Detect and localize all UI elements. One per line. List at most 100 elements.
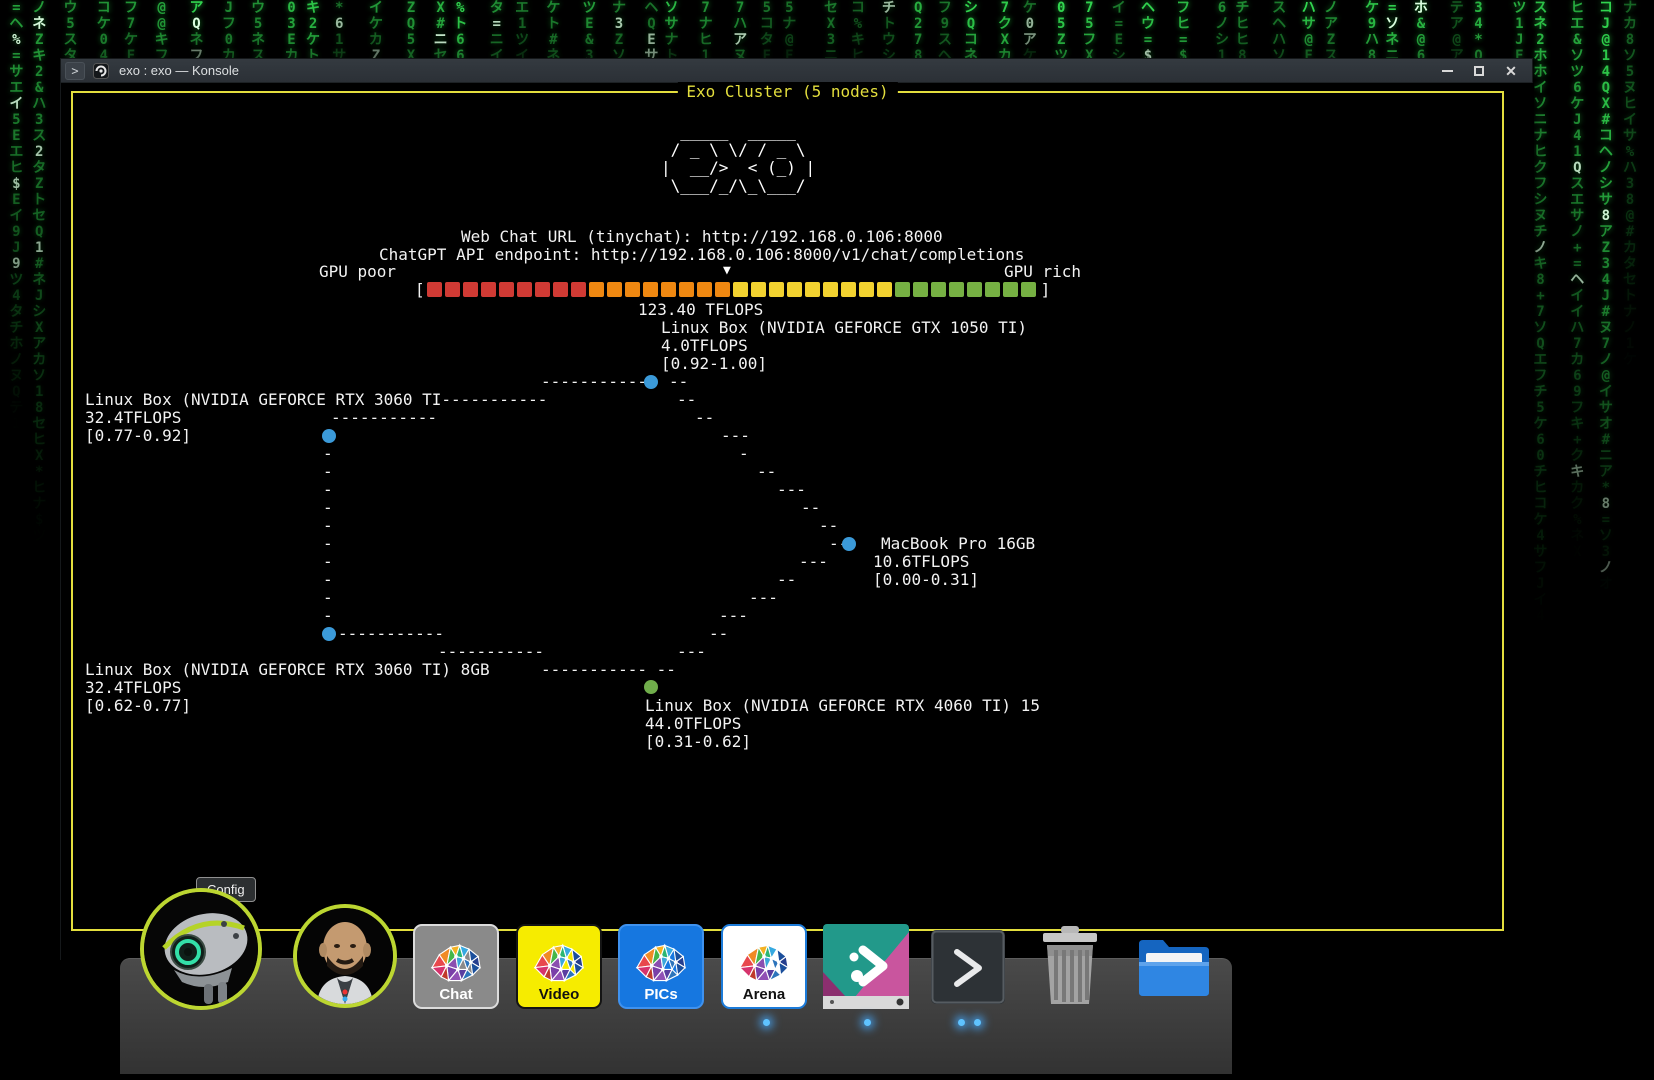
matrix-glyph: ノ — [8, 352, 24, 368]
meter-segments — [427, 282, 1039, 297]
dock-item-trash[interactable] — [1036, 926, 1104, 1010]
matrix-glyph: ア — [188, 0, 204, 16]
matrix-glyph: ホ — [1532, 48, 1548, 64]
dock-item-arena[interactable]: Arena — [721, 924, 807, 1009]
matrix-glyph: 8 — [1598, 496, 1614, 512]
matrix-glyph: 8 — [1569, 560, 1585, 576]
close-button[interactable]: ✕ — [1500, 61, 1522, 81]
gpu-poor-label: GPU poor — [319, 263, 396, 281]
matrix-glyph: @ — [154, 16, 170, 32]
matrix-glyph: 5 — [759, 0, 775, 16]
matrix-glyph: % — [452, 0, 468, 16]
matrix-glyph: ヘ — [1569, 272, 1585, 288]
pics-label: PICs — [644, 986, 677, 1003]
matrix-glyph: 0 — [284, 0, 300, 16]
matrix-glyph: チ — [1532, 224, 1548, 240]
window-titlebar[interactable]: > exo : exo — Konsole ✕ — [61, 59, 1532, 83]
matrix-glyph: ケ — [305, 32, 321, 48]
topology-dash: - — [323, 535, 333, 553]
matrix-glyph: ツ — [31, 528, 47, 544]
matrix-glyph: = — [1598, 512, 1614, 528]
meter-segment — [499, 282, 514, 297]
matrix-glyph: フ — [123, 0, 139, 16]
dock-item-kde-app[interactable] — [823, 924, 909, 1013]
matrix-glyph: = — [1384, 0, 1400, 16]
kde-app-icon — [823, 924, 909, 1009]
dock-item-pics[interactable]: PICs — [618, 924, 704, 1009]
node-range-rtx-4060-ti: [0.31-0.62] — [645, 733, 751, 751]
matrix-glyph: ノ — [1598, 352, 1614, 368]
dock-item-chat[interactable]: Chat — [413, 924, 499, 1009]
matrix-glyph: ト — [31, 192, 47, 208]
man-avatar[interactable] — [293, 904, 397, 1008]
matrix-glyph: ソ — [1598, 528, 1614, 544]
matrix-glyph: # — [1598, 432, 1614, 448]
node-name-rtx-3060-ti-8gb: Linux Box (NVIDIA GEFORCE RTX 3060 TI) 8… — [85, 661, 490, 679]
meter-segment — [805, 282, 820, 297]
matrix-glyph: カ — [1569, 480, 1585, 496]
konsole-window: > exo : exo — Konsole ✕ Exo Cluster (5 n… — [60, 58, 1533, 960]
matrix-glyph: ウ — [250, 0, 266, 16]
matrix-glyph: ヒ — [698, 32, 714, 48]
meter-segment — [643, 282, 658, 297]
terminal-screen[interactable]: Exo Cluster (5 nodes) _____ _____ / _ \ … — [61, 83, 1534, 960]
robot-avatar[interactable] — [140, 888, 262, 1010]
matrix-glyph: Z — [611, 32, 627, 48]
gpu-meter-marker-icon: ▼ — [723, 262, 731, 280]
folder-icon — [1135, 932, 1213, 998]
matrix-glyph: 3 — [284, 16, 300, 32]
meter-segment — [589, 282, 604, 297]
running-indicator-dot — [864, 1019, 871, 1026]
matrix-glyph: ノ — [31, 0, 47, 16]
dock-item-file-manager[interactable] — [1135, 932, 1213, 1002]
matrix-glyph: ナ — [1532, 128, 1548, 144]
matrix-glyph: フ — [1175, 0, 1191, 16]
matrix-glyph: 2 — [1532, 32, 1548, 48]
topology-dash: --- — [777, 481, 806, 499]
matrix-glyph: * — [31, 464, 47, 480]
topology-dash: --- — [719, 607, 748, 625]
matrix-glyph: 3 — [1598, 256, 1614, 272]
node-name-rtx-3060-ti: Linux Box (NVIDIA GEFORCE RTX 3060 TI---… — [85, 391, 547, 409]
matrix-glyph: タ — [489, 0, 505, 16]
tui-frame-title: Exo Cluster (5 nodes) — [677, 82, 897, 101]
matrix-glyph: シ — [963, 0, 979, 16]
matrix-glyph: ケ — [1532, 416, 1548, 432]
api-endpoint-line: ChatGPT API endpoint: http://192.168.0.1… — [379, 246, 1024, 264]
meter-segment — [967, 282, 982, 297]
close-icon: ✕ — [1505, 64, 1517, 78]
matrix-glyph: Q — [643, 16, 659, 32]
minimize-button[interactable] — [1436, 61, 1458, 81]
matrix-glyph: J — [1598, 288, 1614, 304]
matrix-glyph: キ — [850, 32, 866, 48]
matrix-glyph: 5 — [1622, 64, 1638, 80]
matrix-glyph: ハ — [1569, 320, 1585, 336]
matrix-glyph: シ — [1214, 32, 1230, 48]
matrix-glyph: % — [1622, 144, 1638, 160]
matrix-glyph: チ — [8, 320, 24, 336]
matrix-glyph: コ — [963, 32, 979, 48]
maximize-button[interactable] — [1468, 61, 1490, 81]
dock-item-video[interactable]: Video — [516, 924, 602, 1009]
matrix-glyph: エ — [8, 80, 24, 96]
titlebar-menu-toggle-button[interactable]: > — [65, 62, 85, 80]
matrix-glyph: テ — [1449, 0, 1465, 16]
topology-dash: - — [323, 463, 333, 481]
matrix-glyph: キ — [1569, 416, 1585, 432]
matrix-glyph: 6 — [1569, 368, 1585, 384]
meter-segment — [931, 282, 946, 297]
matrix-glyph: J — [8, 240, 24, 256]
matrix-glyph: タ — [8, 304, 24, 320]
matrix-glyph: E — [581, 16, 597, 32]
running-indicator-dot — [958, 1019, 965, 1026]
robot-avatar-image — [144, 892, 258, 1006]
dock-item-konsole[interactable] — [931, 930, 1005, 1008]
matrix-glyph: シ — [1598, 592, 1614, 608]
matrix-glyph: * — [1598, 480, 1614, 496]
matrix-glyph: J — [221, 0, 237, 16]
matrix-glyph: キ — [31, 48, 47, 64]
matrix-glyph: @ — [154, 0, 170, 16]
matrix-glyph: Q — [910, 0, 926, 16]
matrix-glyph: ケ — [96, 16, 112, 32]
meter-left-bracket: [ — [415, 280, 425, 299]
